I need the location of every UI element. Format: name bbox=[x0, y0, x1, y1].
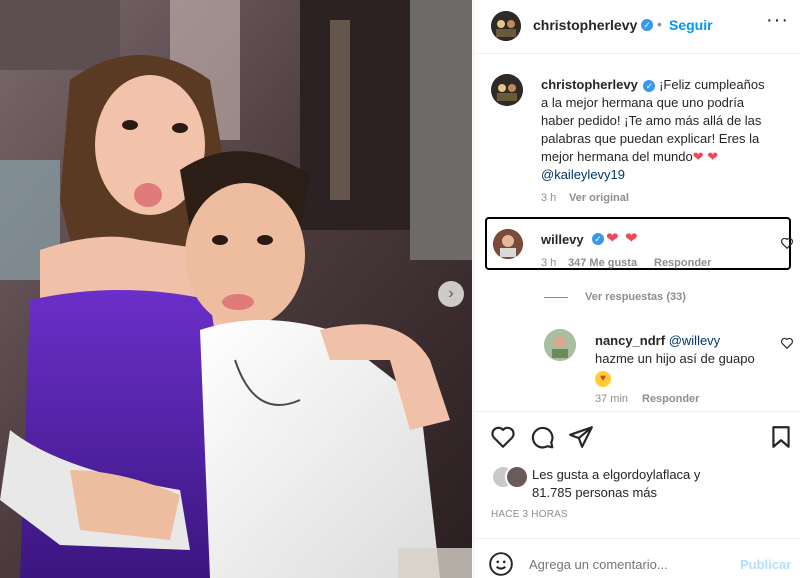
post-header: christopherlevy ✓ • Seguir ··· bbox=[474, 0, 800, 52]
red-heart-emoji: ❤ bbox=[606, 230, 619, 247]
caption-line-2: a la mejor hermana que uno podría bbox=[541, 95, 745, 110]
comment-input[interactable] bbox=[529, 555, 729, 573]
author-username[interactable]: christopherlevy bbox=[533, 17, 637, 33]
actions-divider bbox=[474, 411, 800, 412]
liked-by-suffix: y bbox=[693, 467, 701, 482]
reply-mention[interactable]: @willevy bbox=[669, 333, 720, 348]
caption-time: 3 h bbox=[541, 192, 557, 204]
caption-username[interactable]: christopherlevy bbox=[541, 77, 638, 92]
red-heart-emoji: ❤ bbox=[692, 149, 704, 164]
liked-by-user[interactable]: elgordoylaflaca bbox=[603, 467, 690, 482]
comment-time: 3 h bbox=[541, 257, 557, 269]
red-heart-emoji: ❤ bbox=[707, 149, 719, 164]
caption-line-3: haber pedido! ¡Te amo más allá de las bbox=[541, 113, 762, 128]
view-replies-line bbox=[544, 297, 568, 298]
reply-like-heart-icon[interactable] bbox=[780, 336, 794, 350]
liked-by-label: Les gusta a bbox=[532, 467, 600, 482]
comment-box-divider bbox=[474, 538, 800, 539]
caption-mention[interactable]: @kaileylevy19 bbox=[541, 167, 625, 182]
share-icon[interactable] bbox=[568, 424, 594, 450]
caption-line-4: palabras que puedan explicar! Eres la bbox=[541, 131, 760, 146]
comment-username[interactable]: willevy bbox=[541, 232, 584, 247]
see-original-link[interactable]: Ver original bbox=[569, 192, 629, 204]
header-divider bbox=[474, 53, 800, 54]
comment-like-heart-icon[interactable] bbox=[780, 236, 794, 250]
author-avatar[interactable] bbox=[491, 11, 521, 41]
likes-count[interactable]: 81.785 personas más bbox=[532, 485, 657, 500]
bookmark-icon[interactable] bbox=[768, 424, 794, 450]
reply-comment: nancy_ndrf @willevy hazme un hijo así de… bbox=[595, 332, 785, 387]
reply-username[interactable]: nancy_ndrf bbox=[595, 333, 665, 348]
reply-time: 37 min bbox=[595, 393, 629, 405]
verified-icon: ✓ bbox=[592, 233, 604, 245]
verified-icon: ✓ bbox=[643, 79, 656, 92]
reply-reply-button[interactable]: Responder bbox=[642, 393, 699, 405]
post-image bbox=[0, 0, 472, 578]
emoji-icon[interactable] bbox=[488, 551, 514, 577]
heart-eyes-emoji: ♥ bbox=[595, 371, 611, 387]
view-replies-button[interactable]: Ver respuestas (33) bbox=[585, 291, 686, 303]
caption-line-5: mejor hermana del mundo bbox=[541, 149, 693, 164]
next-arrow-icon[interactable]: › bbox=[438, 281, 464, 307]
more-options-icon[interactable]: ··· bbox=[766, 9, 789, 32]
comment-reply-button[interactable]: Responder bbox=[654, 257, 711, 269]
comment-avatar[interactable] bbox=[493, 229, 523, 259]
caption-avatar[interactable] bbox=[491, 74, 523, 106]
post-panel: christopherlevy ✓ • Seguir ··· christoph… bbox=[473, 0, 800, 578]
likes-summary: Les gusta a elgordoylaflaca y 81.785 per… bbox=[532, 466, 792, 502]
post-timestamp: HACE 3 HORAS bbox=[491, 509, 568, 520]
red-heart-emoji: ❤ bbox=[625, 230, 638, 247]
post-photo[interactable]: › bbox=[0, 0, 472, 578]
comment-likes[interactable]: 347 Me gusta bbox=[568, 257, 637, 269]
reply-avatar[interactable] bbox=[544, 329, 576, 361]
comment-highlight-box bbox=[485, 217, 791, 270]
caption: christopherlevy ✓ ¡Feliz cumpleaños a la… bbox=[541, 76, 791, 184]
comment-icon[interactable] bbox=[529, 424, 555, 450]
reply-text: hazme un hijo así de guapo bbox=[595, 351, 755, 366]
heart-icon[interactable] bbox=[490, 424, 516, 450]
caption-line-1: ¡Feliz cumpleaños bbox=[659, 77, 765, 92]
header-dot: • bbox=[657, 16, 662, 32]
liker-avatar-2[interactable] bbox=[505, 465, 529, 489]
verified-icon: ✓ bbox=[641, 19, 653, 31]
follow-button[interactable]: Seguir bbox=[669, 17, 713, 33]
publish-button[interactable]: Publicar bbox=[740, 557, 791, 572]
